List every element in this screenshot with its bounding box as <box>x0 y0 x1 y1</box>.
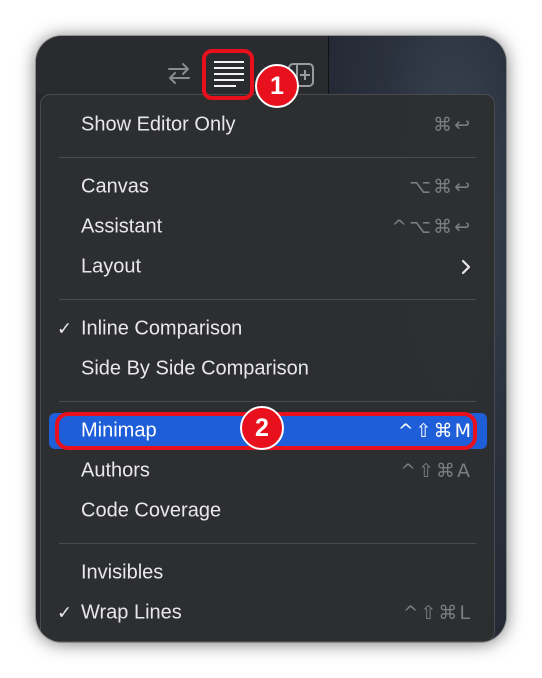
menu-item-label: Invisibles <box>81 561 164 584</box>
menu-item-label: Layout <box>81 255 142 278</box>
menu-separator <box>59 157 476 158</box>
menu-item-label: Code Coverage <box>81 499 222 522</box>
menu-item-shortcut: ^⇧⌘L <box>402 602 472 624</box>
menu-separator <box>59 401 476 402</box>
menu-item-layout[interactable]: Layout <box>41 249 494 285</box>
menu-item-code-coverage[interactable]: Code Coverage <box>41 493 494 529</box>
menu-item-assistant[interactable]: Assistant ^⌥⌘↩ <box>41 209 494 245</box>
callout-ring-toolbar <box>202 49 254 100</box>
menu-item-inline-comparison[interactable]: ✓ Inline Comparison <box>41 311 494 347</box>
menu-item-side-by-side-comparison[interactable]: Side By Side Comparison <box>41 351 494 387</box>
menu-item-authors[interactable]: Authors ^⇧⌘A <box>41 453 494 489</box>
chevron-right-icon <box>461 259 471 275</box>
menu-item-shortcut: ^⇧⌘A <box>400 460 472 482</box>
menu-item-wrap-lines[interactable]: ✓ Wrap Lines ^⇧⌘L <box>41 595 494 631</box>
menu-item-label: Canvas <box>81 175 149 198</box>
swap-arrows-icon[interactable] <box>166 62 192 84</box>
menu-item-label: Wrap Lines <box>81 601 182 624</box>
menu-item-label: Side By Side Comparison <box>81 357 309 380</box>
checkmark-icon: ✓ <box>57 602 73 623</box>
menu-item-label: Authors <box>81 459 150 482</box>
editor-options-menu: Show Editor Only ⌘↩ Canvas ⌥⌘↩ Assistant… <box>40 94 495 642</box>
menu-item-label: Inline Comparison <box>81 317 243 340</box>
menu-item-shortcut: ⌥⌘↩ <box>409 176 472 198</box>
checkmark-icon: ✓ <box>57 318 73 339</box>
menu-item-label: Show Editor Only <box>81 113 236 136</box>
window-frame: Show Editor Only ⌘↩ Canvas ⌥⌘↩ Assistant… <box>36 36 506 642</box>
callout-badge-2: 2 <box>240 406 284 450</box>
menu-item-shortcut: ^⌥⌘↩ <box>391 216 472 238</box>
menu-item-show-editor-only[interactable]: Show Editor Only ⌘↩ <box>41 107 494 143</box>
menu-separator <box>59 543 476 544</box>
menu-item-shortcut: ⌘↩ <box>433 114 472 136</box>
menu-item-label: Assistant <box>81 215 163 238</box>
toolbar-divider <box>328 36 329 94</box>
menu-separator <box>59 299 476 300</box>
menu-item-canvas[interactable]: Canvas ⌥⌘↩ <box>41 169 494 205</box>
callout-badge-1: 1 <box>255 64 299 108</box>
menu-item-invisibles[interactable]: Invisibles <box>41 555 494 591</box>
